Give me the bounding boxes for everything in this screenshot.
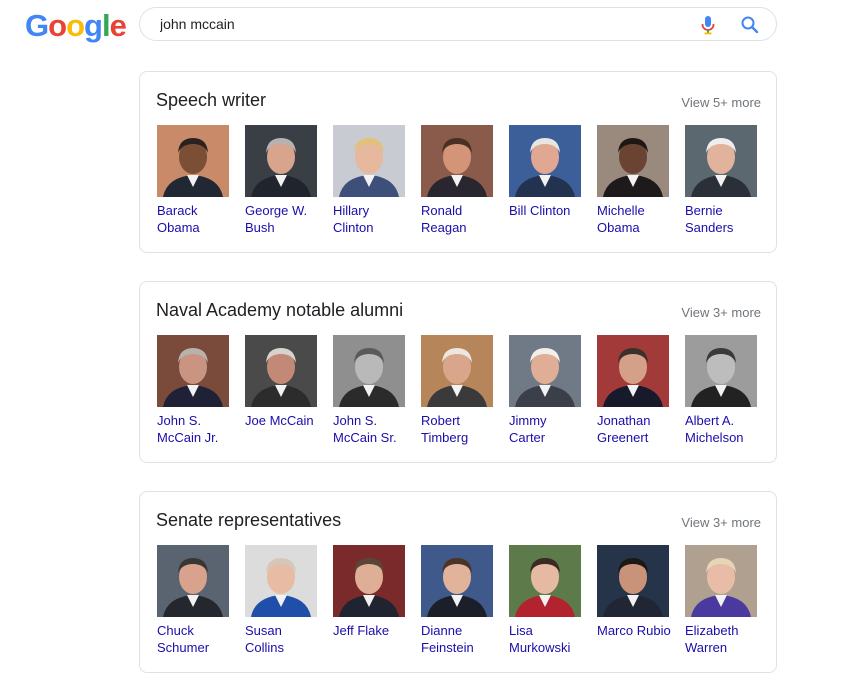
search-input[interactable] [160, 14, 680, 34]
person-name[interactable]: George W. Bush [245, 202, 319, 236]
people-card: Naval Academy notable alumni View 3+ more… [139, 281, 777, 463]
person-item[interactable]: Albert A. Michelson [685, 335, 759, 446]
person-item[interactable]: John S. McCain Sr. [333, 335, 407, 446]
person-name[interactable]: Jeff Flake [333, 622, 407, 639]
view-more-link[interactable]: View 3+ more [681, 515, 761, 530]
person-photo[interactable] [685, 125, 757, 197]
person-item[interactable]: Marco Rubio [597, 545, 671, 639]
person-name[interactable]: Ronald Reagan [421, 202, 495, 236]
people-card: Speech writer View 5+ more Barack Obama Geo… [139, 71, 777, 253]
person-item[interactable]: Ronald Reagan [421, 125, 495, 236]
mic-icon[interactable] [699, 15, 717, 35]
person-item[interactable]: Michelle Obama [597, 125, 671, 236]
person-item[interactable]: Lisa Murkowski [509, 545, 583, 656]
person-item[interactable]: Hillary Clinton [333, 125, 407, 236]
person-name[interactable]: Dianne Feinstein [421, 622, 495, 656]
person-photo[interactable] [245, 545, 317, 617]
people-card: Senate representatives View 3+ more Chuck … [139, 491, 777, 673]
person-item[interactable]: Jonathan Greenert [597, 335, 671, 446]
person-photo[interactable] [157, 125, 229, 197]
person-item[interactable]: Jimmy Carter [509, 335, 583, 446]
person-photo[interactable] [245, 125, 317, 197]
person-photo[interactable] [421, 125, 493, 197]
person-photo[interactable] [157, 335, 229, 407]
person-item[interactable]: Jeff Flake [333, 545, 407, 639]
person-name[interactable]: Albert A. Michelson [685, 412, 759, 446]
person-photo[interactable] [509, 545, 581, 617]
person-name[interactable]: John S. McCain Sr. [333, 412, 407, 446]
people-row: John S. McCain Jr. Joe McCain John S. McCa… [157, 335, 776, 455]
person-photo[interactable] [597, 335, 669, 407]
person-photo[interactable] [157, 545, 229, 617]
view-more-link[interactable]: View 3+ more [681, 305, 761, 320]
person-item[interactable]: Bill Clinton [509, 125, 583, 219]
person-photo[interactable] [597, 545, 669, 617]
person-photo[interactable] [333, 125, 405, 197]
view-more-link[interactable]: View 5+ more [681, 95, 761, 110]
search-box[interactable] [139, 7, 777, 41]
person-name[interactable]: Marco Rubio [597, 622, 671, 639]
person-name[interactable]: Jimmy Carter [509, 412, 583, 446]
logo-letter: o [48, 8, 67, 43]
person-photo[interactable] [421, 335, 493, 407]
person-name[interactable]: Bernie Sanders [685, 202, 759, 236]
person-photo[interactable] [509, 125, 581, 197]
person-photo[interactable] [333, 335, 405, 407]
logo-letter: o [66, 8, 85, 43]
person-item[interactable]: George W. Bush [245, 125, 319, 236]
logo-letter: g [84, 8, 103, 43]
person-photo[interactable] [333, 545, 405, 617]
person-item[interactable]: Barack Obama [157, 125, 231, 236]
card-title: Naval Academy notable alumni [156, 300, 404, 320]
person-item[interactable]: Dianne Feinstein [421, 545, 495, 656]
card-title: Speech writer [156, 90, 267, 110]
person-item[interactable]: Elizabeth Warren [685, 545, 759, 656]
person-name[interactable]: John S. McCain Jr. [157, 412, 231, 446]
google-logo[interactable]: Google [25, 8, 127, 44]
people-row: Chuck Schumer Susan Collins Jeff Flake Dian… [157, 545, 776, 665]
person-item[interactable]: Susan Collins [245, 545, 319, 656]
logo-letter: G [25, 8, 49, 43]
person-item[interactable]: Bernie Sanders [685, 125, 759, 236]
person-item[interactable]: Joe McCain [245, 335, 319, 429]
person-photo[interactable] [597, 125, 669, 197]
logo-letter: l [101, 8, 111, 43]
person-photo[interactable] [245, 335, 317, 407]
person-photo[interactable] [685, 545, 757, 617]
people-row: Barack Obama George W. Bush Hillary Clinto… [157, 125, 776, 245]
person-name[interactable]: Chuck Schumer [157, 622, 231, 656]
person-name[interactable]: Lisa Murkowski [509, 622, 583, 656]
search-icon[interactable] [740, 15, 760, 35]
person-name[interactable]: Elizabeth Warren [685, 622, 759, 656]
person-name[interactable]: Bill Clinton [509, 202, 583, 219]
person-name[interactable]: Barack Obama [157, 202, 231, 236]
person-item[interactable]: John S. McCain Jr. [157, 335, 231, 446]
person-item[interactable]: Robert Timberg [421, 335, 495, 446]
person-photo[interactable] [685, 335, 757, 407]
person-item[interactable]: Chuck Schumer [157, 545, 231, 656]
person-name[interactable]: Jonathan Greenert [597, 412, 671, 446]
person-name[interactable]: Susan Collins [245, 622, 319, 656]
person-name[interactable]: Michelle Obama [597, 202, 671, 236]
person-name[interactable]: Hillary Clinton [333, 202, 407, 236]
logo-letter: e [109, 8, 127, 43]
card-title: Senate representatives [156, 510, 342, 530]
person-name[interactable]: Robert Timberg [421, 412, 495, 446]
person-photo[interactable] [421, 545, 493, 617]
person-name[interactable]: Joe McCain [245, 412, 319, 429]
person-photo[interactable] [509, 335, 581, 407]
